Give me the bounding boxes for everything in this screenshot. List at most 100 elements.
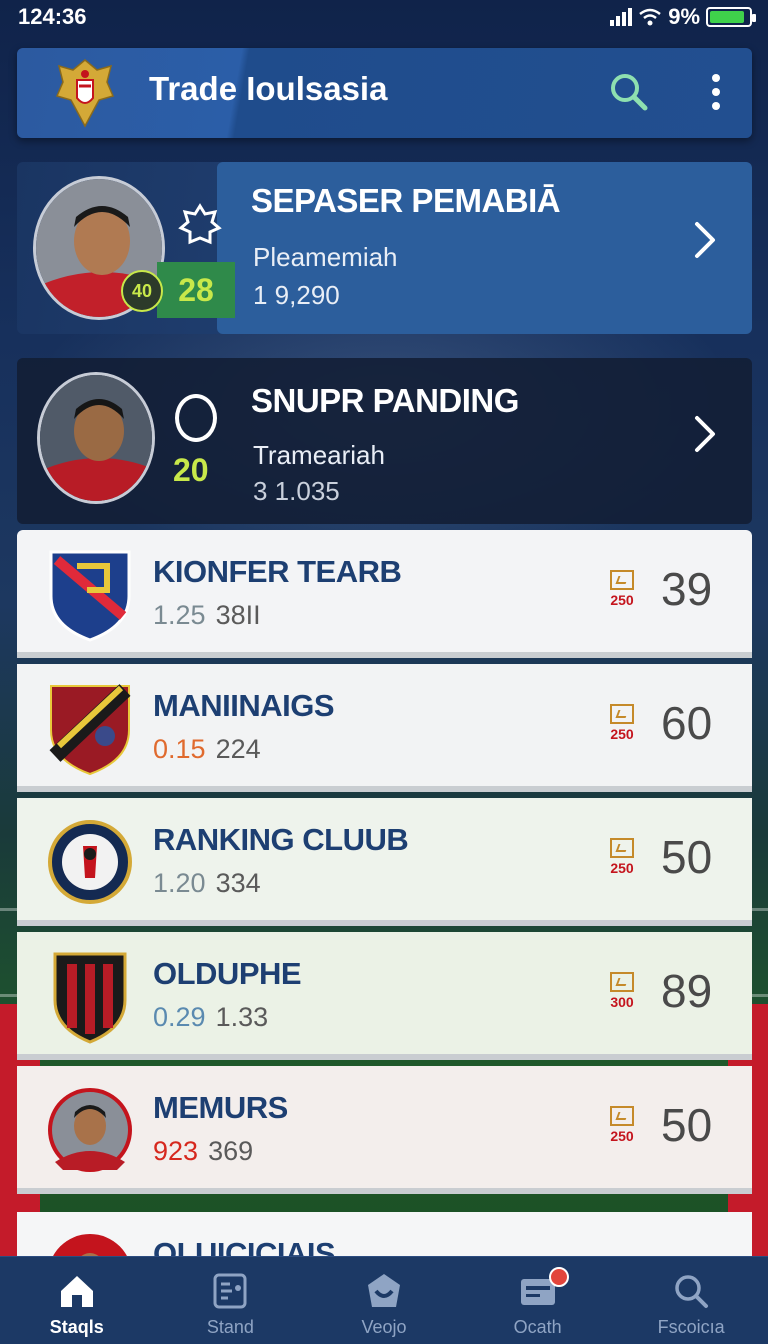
team-score: 50 bbox=[661, 1099, 713, 1151]
nav-label: Veojo bbox=[361, 1317, 407, 1337]
rating-value: 250 bbox=[610, 1128, 634, 1144]
stat-b: 334 bbox=[215, 868, 261, 898]
signal-icon bbox=[610, 8, 633, 26]
team-score: 60 bbox=[661, 697, 713, 749]
team-score: 39 bbox=[661, 563, 713, 615]
player-subtitle: Trameariah bbox=[253, 440, 385, 470]
player-rank: 28 bbox=[178, 271, 214, 308]
app-title: Trade Ioulsasia bbox=[149, 70, 388, 107]
app-header: Trade Ioulsasia bbox=[17, 48, 752, 138]
club-crest-icon bbox=[49, 684, 131, 776]
chevron-right-icon[interactable] bbox=[689, 218, 721, 262]
team-name: OLUICICIAIS bbox=[153, 1236, 336, 1256]
stat-b: 224 bbox=[215, 734, 261, 764]
eagle-crest-icon bbox=[55, 59, 115, 128]
player-avatar bbox=[48, 1088, 132, 1172]
team-stats: 1.20 334 bbox=[153, 868, 261, 899]
team-name: MANIINAIGS bbox=[153, 688, 335, 723]
ranking-list: KIONFER TEARB 1.25 38II 250 39 MANIINAIGS… bbox=[17, 530, 752, 1256]
rating-value: 250 bbox=[610, 592, 634, 608]
team-score: 89 bbox=[661, 965, 713, 1017]
list-item[interactable]: KIONFER TEARB 1.25 38II 250 39 bbox=[17, 530, 752, 658]
more-vertical-icon[interactable] bbox=[701, 68, 731, 116]
rating-badge: 250 bbox=[605, 570, 639, 614]
team-stats: 1.25 38II bbox=[153, 600, 261, 631]
stat-a: 0.15 bbox=[153, 734, 206, 764]
list-item[interactable]: MEMURS 923 369 250 50 bbox=[17, 1066, 752, 1194]
list-item[interactable]: OLUICICIAIS bbox=[17, 1212, 752, 1256]
rank-badge: 28 bbox=[157, 262, 235, 318]
team-name: KIONFER TEARB bbox=[153, 554, 402, 589]
club-crest-icon bbox=[53, 952, 127, 1044]
rating-value: 300 bbox=[610, 994, 634, 1010]
list-item[interactable]: RANKING CLUUB 1.20 334 250 50 bbox=[17, 798, 752, 926]
nav-item-home[interactable]: Staqls bbox=[0, 1257, 154, 1344]
team-stats: 923 369 bbox=[153, 1136, 253, 1167]
nav-item-search[interactable]: Fscoicıa bbox=[614, 1257, 768, 1344]
rating-badge: 250 bbox=[605, 704, 639, 748]
rating-icon bbox=[610, 704, 634, 724]
team-name: RANKING CLUUB bbox=[153, 822, 409, 857]
rating-value: 250 bbox=[610, 726, 634, 742]
bottom-nav: Staqls Stand Veojo Ocath Fscoicıa bbox=[0, 1256, 768, 1344]
search-icon[interactable] bbox=[605, 68, 653, 116]
nav-item-stand[interactable]: Stand bbox=[154, 1257, 308, 1344]
wifi-icon bbox=[639, 8, 661, 26]
player-avatar bbox=[37, 372, 155, 504]
list-item[interactable]: OLDUPHE 0.29 1.33 300 89 bbox=[17, 932, 752, 1060]
nav-label: Stand bbox=[206, 1317, 254, 1337]
chevron-right-icon[interactable] bbox=[689, 412, 721, 456]
rating-badge: 250 bbox=[605, 1106, 639, 1150]
status-bar: 124:36 9% bbox=[0, 0, 768, 34]
nav-item-club[interactable]: Veojo bbox=[307, 1257, 461, 1344]
team-stats: 0.29 1.33 bbox=[153, 1002, 268, 1033]
circle-icon bbox=[175, 394, 217, 442]
player-value: 3 1.035 bbox=[253, 476, 340, 506]
standings-icon bbox=[213, 1273, 247, 1309]
team-name: MEMURS bbox=[153, 1090, 288, 1125]
search-icon bbox=[675, 1275, 709, 1308]
rating-icon bbox=[610, 972, 634, 992]
stat-a: 923 bbox=[153, 1136, 199, 1166]
battery-level bbox=[710, 11, 745, 23]
notification-badge bbox=[548, 1267, 569, 1287]
stat-a: 1.20 bbox=[153, 868, 206, 898]
rating-icon bbox=[610, 1106, 634, 1126]
shield-icon bbox=[367, 1274, 400, 1307]
nav-item-card[interactable]: Ocath bbox=[461, 1257, 615, 1344]
player-rank: 20 bbox=[173, 452, 209, 488]
gear-icon bbox=[178, 203, 222, 245]
nav-label: Ocath bbox=[513, 1317, 562, 1337]
rating-icon bbox=[610, 570, 634, 590]
nav-label: Fscoicıa bbox=[657, 1317, 725, 1337]
player-value: 1 9,290 bbox=[253, 280, 340, 310]
team-name: OLDUPHE bbox=[153, 956, 302, 991]
stat-a: 0.29 bbox=[153, 1002, 206, 1032]
club-crest-icon bbox=[48, 820, 132, 904]
player-name: SEPASER PEMABIĀ bbox=[251, 182, 561, 219]
status-indicators: 9% bbox=[610, 4, 756, 30]
player-avatar bbox=[53, 1234, 127, 1256]
featured-player-card[interactable]: 20 SNUPR PANDING Trameariah 3 1.035 bbox=[17, 358, 752, 524]
list-item[interactable]: MANIINAIGS 0.15 224 250 60 bbox=[17, 664, 752, 792]
status-time: 124:36 bbox=[18, 4, 87, 29]
battery-percent: 9% bbox=[668, 4, 700, 29]
player-subtitle: Pleamemiah bbox=[253, 242, 398, 272]
rating-badge: 250 bbox=[605, 838, 639, 882]
stat-a: 1.25 bbox=[153, 600, 206, 630]
club-crest-icon bbox=[49, 550, 131, 642]
home-icon bbox=[60, 1276, 93, 1307]
rating-icon bbox=[610, 838, 634, 858]
team-score: 50 bbox=[661, 831, 713, 883]
stat-b: 369 bbox=[208, 1136, 254, 1166]
rating-badge: 300 bbox=[605, 972, 639, 1016]
jersey-number-badge: 40 bbox=[121, 270, 163, 312]
team-stats: 0.15 224 bbox=[153, 734, 261, 765]
stat-b: 1.33 bbox=[215, 1002, 269, 1032]
rating-value: 250 bbox=[610, 860, 634, 876]
nav-label: Staqls bbox=[49, 1317, 104, 1337]
player-name: SNUPR PANDING bbox=[251, 382, 519, 419]
featured-player-card[interactable]: 28 40 SEPASER PEMABIĀ Pleamemiah 1 9,290 bbox=[17, 162, 752, 334]
stat-b: 38II bbox=[215, 600, 261, 630]
battery-icon bbox=[706, 7, 756, 27]
